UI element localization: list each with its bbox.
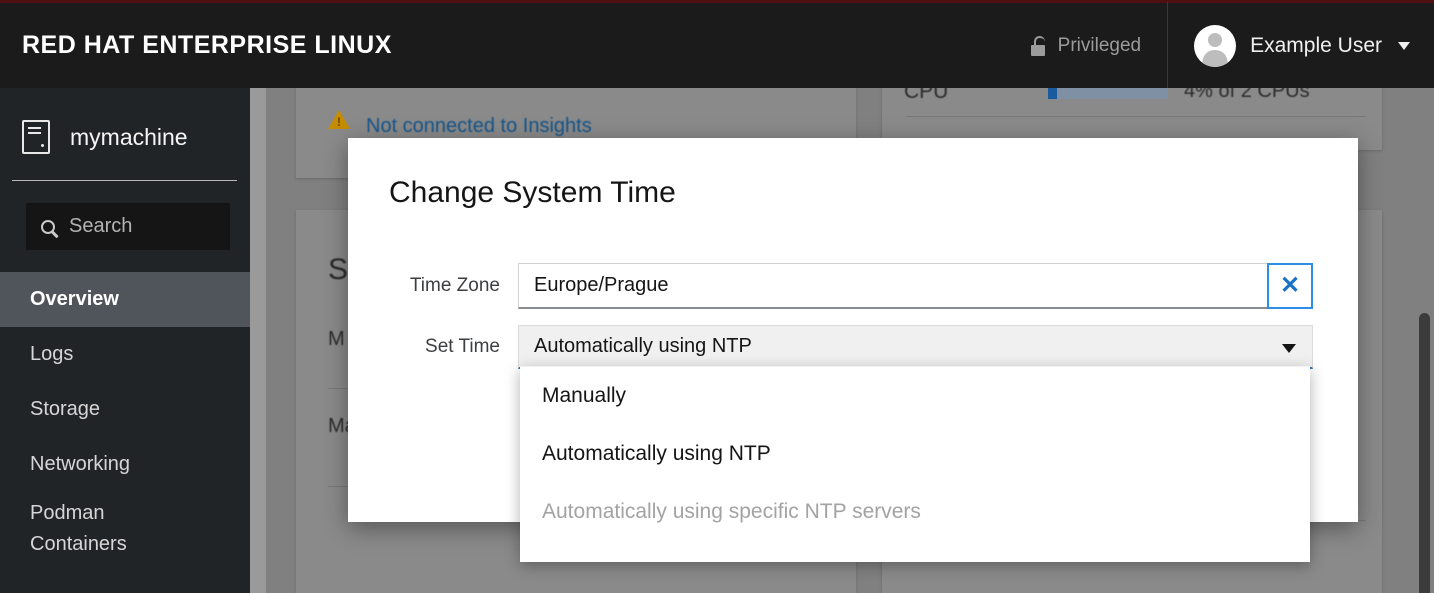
sidebar-item-logs[interactable]: Logs	[0, 327, 250, 382]
set-time-selected-value: Automatically using NTP	[534, 335, 752, 357]
sidebar: mymachine Search Overview Logs Storage N…	[0, 88, 250, 593]
sidebar-item-label: Networking	[30, 453, 131, 475]
user-menu[interactable]: Example User	[1168, 24, 1434, 67]
memory-label: M	[328, 328, 345, 350]
time-zone-row: Time Zone ✕	[348, 263, 1358, 309]
sidebar-scrollbar[interactable]	[250, 88, 266, 593]
time-zone-field: ✕	[518, 263, 1313, 309]
sidebar-item-networking[interactable]: Networking	[0, 437, 250, 492]
insights-warning-link[interactable]: Not connected to Insights	[366, 115, 592, 138]
option-label: Manually	[542, 384, 627, 407]
app-header: RED HAT ENTERPRISE LINUX Privileged Exam…	[0, 1, 1434, 90]
set-time-dropdown-menu: Manually Automatically using NTP Automat…	[520, 366, 1310, 562]
time-zone-input[interactable]	[518, 263, 1267, 309]
sidebar-item-storage[interactable]: Storage	[0, 382, 250, 437]
sidebar-item-label: Podman	[30, 502, 105, 524]
cpu-label: CPU	[904, 88, 949, 103]
sidebar-item-label: Storage	[30, 398, 101, 420]
user-name-label: Example User	[1250, 33, 1382, 57]
close-icon: ✕	[1279, 272, 1301, 299]
search-placeholder: Search	[69, 215, 133, 237]
dialog-title: Change System Time	[389, 176, 676, 209]
privileged-label: Privileged	[1057, 34, 1142, 56]
cpu-progress-track	[1048, 88, 1168, 99]
header-actions: Privileged Example User	[1029, 1, 1434, 90]
app-root: RED HAT ENTERPRISE LINUX Privileged Exam…	[0, 0, 1434, 593]
sidebar-item-label-line2: Containers	[30, 533, 127, 555]
privileged-indicator[interactable]: Privileged	[1029, 35, 1167, 57]
avatar	[1194, 24, 1237, 67]
cpu-progress-fill	[1048, 88, 1057, 99]
time-zone-clear-button[interactable]: ✕	[1267, 263, 1313, 309]
set-time-label: Set Time	[425, 336, 500, 357]
sidebar-search-wrap: Search	[0, 181, 250, 250]
caret-down-icon	[1282, 343, 1296, 353]
machine-name-label: mymachine	[70, 123, 188, 150]
caret-down-icon	[1398, 41, 1410, 50]
unlock-icon	[1029, 35, 1047, 56]
system-heading: S	[328, 253, 349, 286]
sidebar-item-overview[interactable]: Overview	[0, 272, 250, 327]
sidebar-item-podman-containers[interactable]: Podman Containers	[0, 492, 250, 560]
page-scrollbar[interactable]	[1419, 313, 1430, 593]
sidebar-item-label: Logs	[30, 343, 74, 365]
machine-selector[interactable]: mymachine	[0, 88, 250, 154]
time-zone-label: Time Zone	[409, 275, 500, 296]
brand-title: RED HAT ENTERPRISE LINUX	[22, 31, 392, 59]
server-icon	[22, 120, 50, 154]
set-time-option-ntp[interactable]: Automatically using NTP	[520, 425, 1310, 483]
search-icon	[41, 219, 55, 234]
cpu-usage-value: 4% of 2 CPUs	[1184, 88, 1310, 102]
background-divider	[906, 116, 1366, 117]
set-time-row: Set Time Automatically using NTP	[348, 325, 1358, 369]
sidebar-item-label: Overview	[30, 288, 119, 310]
warning-triangle-icon	[328, 110, 350, 129]
sidebar-nav: Overview Logs Storage Networking Podman …	[0, 272, 250, 560]
set-time-option-manually[interactable]: Manually	[520, 367, 1310, 425]
option-label: Automatically using specific NTP servers	[542, 500, 921, 523]
option-label: Automatically using NTP	[542, 442, 771, 465]
set-time-select[interactable]: Automatically using NTP	[518, 325, 1313, 369]
search-input[interactable]: Search	[26, 203, 230, 250]
set-time-option-specific-ntp-servers: Automatically using specific NTP servers	[520, 483, 1310, 541]
